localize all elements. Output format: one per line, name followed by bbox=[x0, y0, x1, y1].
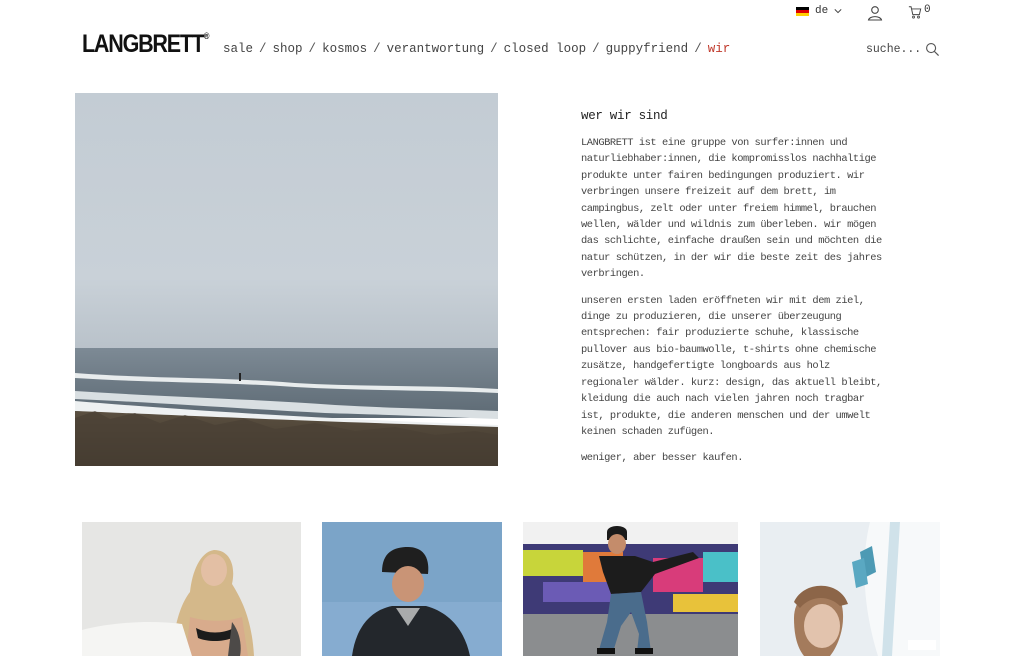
language-label: de bbox=[815, 5, 829, 17]
language-selector[interactable]: de bbox=[796, 5, 842, 17]
hero-surf-image bbox=[75, 93, 498, 466]
nav-item-guppyfriend[interactable]: guppyfriend bbox=[606, 42, 689, 56]
search-box[interactable]: suche... bbox=[866, 42, 940, 57]
nav-item-shop[interactable]: shop bbox=[273, 42, 303, 56]
about-paragraph: LANGBRETT ist eine gruppe von surfer:inn… bbox=[581, 137, 882, 281]
cart-button[interactable]: 0 bbox=[908, 4, 931, 19]
germany-flag-icon bbox=[796, 6, 809, 16]
nav-separator: / bbox=[694, 42, 702, 56]
nav-separator: / bbox=[592, 42, 600, 56]
nav-item-kosmos[interactable]: kosmos bbox=[322, 42, 367, 56]
search-icon bbox=[926, 43, 940, 57]
cart-count: 0 bbox=[924, 4, 931, 16]
cart-icon bbox=[908, 6, 922, 19]
about-paragraph: weniger, aber besser kaufen. bbox=[581, 452, 743, 465]
nav-item-wir[interactable]: wir bbox=[708, 42, 731, 56]
nav-separator: / bbox=[259, 42, 267, 56]
nav-separator: / bbox=[373, 42, 381, 56]
tile-woman-surfboard-image[interactable] bbox=[82, 522, 301, 656]
site-logo[interactable]: LANGBRETT® bbox=[82, 30, 209, 59]
user-icon[interactable] bbox=[867, 5, 883, 21]
nav-item-verantwortung[interactable]: verantwortung bbox=[387, 42, 485, 56]
main-nav: sale / shop / kosmos / verantwortung / c… bbox=[223, 42, 730, 56]
nav-separator: / bbox=[490, 42, 498, 56]
nav-item-sale[interactable]: sale bbox=[223, 42, 253, 56]
about-heading: wer wir sind bbox=[581, 109, 668, 123]
tile-woman-surfboard-rack-image[interactable] bbox=[760, 522, 940, 656]
tile-skater-graffiti-image[interactable] bbox=[523, 522, 738, 656]
logo-text: LANGBRETT bbox=[82, 30, 205, 58]
tile-man-beanie-image[interactable] bbox=[322, 522, 502, 656]
about-section: wer wir sind LANGBRETT ist eine gruppe v… bbox=[581, 109, 891, 477]
search-label: suche... bbox=[866, 43, 922, 56]
chevron-down-icon bbox=[834, 9, 842, 14]
logo-registered-mark: ® bbox=[203, 30, 210, 41]
nav-separator: / bbox=[308, 42, 317, 56]
nav-item-closed-loop[interactable]: closed loop bbox=[504, 42, 587, 56]
about-paragraph: unseren ersten laden eröffneten wir mit … bbox=[581, 294, 882, 438]
